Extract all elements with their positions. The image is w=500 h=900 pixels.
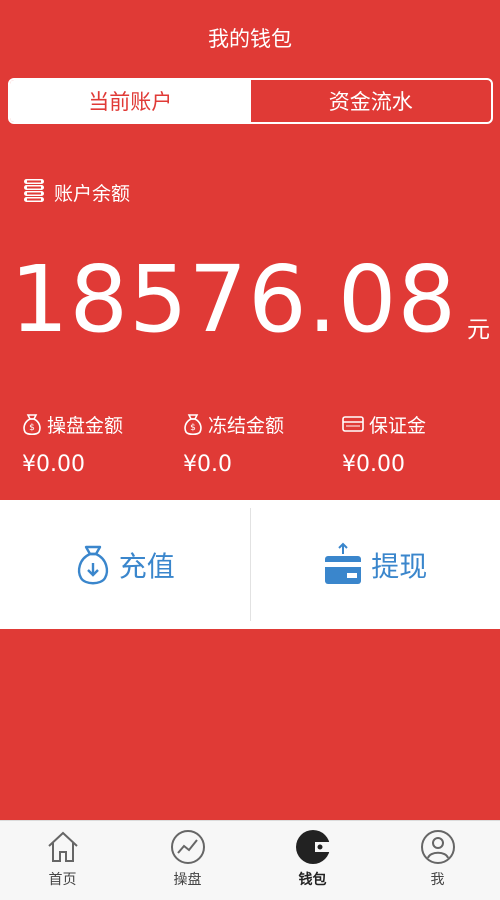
chart-line-icon [170, 830, 205, 864]
page-title: 我的钱包 [208, 27, 292, 51]
wallet-icon [295, 830, 331, 864]
recharge-button[interactable]: 充值 [0, 500, 250, 629]
tab-label: 钱包 [298, 872, 327, 888]
action-panel: 充值 提现 [0, 500, 500, 629]
stat-label: 冻结金额 [208, 414, 285, 437]
svg-text:$: $ [190, 423, 196, 433]
bottom-tabbar: 首页 操盘 钱包 我 [0, 820, 500, 900]
withdraw-button[interactable]: 提现 [251, 500, 500, 629]
balance-label: 账户余额 [22, 177, 130, 207]
balance-amount: 18576.08 [10, 246, 457, 353]
stat-deposit: 保证金 ¥0.00 [342, 408, 427, 478]
card-icon [342, 416, 364, 432]
stat-label: 保证金 [369, 414, 427, 437]
money-bag-download-icon [77, 545, 108, 584]
card-upload-icon [325, 542, 362, 584]
tab-fund-flow[interactable]: 资金流水 [251, 80, 492, 122]
withdraw-label: 提现 [371, 549, 428, 583]
tab-home[interactable]: 首页 [0, 821, 125, 900]
user-icon [420, 830, 455, 864]
tab-current-account[interactable]: 当前账户 [10, 80, 251, 122]
tab-wallet[interactable]: 钱包 [250, 821, 375, 900]
balance-unit: 元 [466, 317, 490, 343]
tab-label: 首页 [48, 872, 77, 888]
stat-value: ¥0.00 [342, 452, 405, 477]
stats-row: $ 操盘金额 ¥0.00 $ 冻结金额 ¥0.0 保证金 ¥0.00 [0, 408, 500, 488]
tab-trade[interactable]: 操盘 [125, 821, 250, 900]
balance-label-text: 账户余额 [54, 182, 131, 205]
home-icon [47, 831, 78, 862]
balance-display: 18576.08 元 [0, 252, 500, 348]
tab-label: 我 [430, 872, 445, 888]
stat-value: ¥0.0 [183, 452, 232, 477]
stat-frozen-amount: $ 冻结金额 ¥0.0 [183, 408, 284, 477]
coins-icon [24, 179, 44, 202]
app-header: 我的钱包 [0, 0, 500, 76]
account-tabs: 当前账户 资金流水 [8, 78, 493, 124]
recharge-label: 充值 [118, 549, 175, 583]
tab-label: 操盘 [173, 872, 202, 888]
stat-label: 操盘金额 [47, 414, 124, 437]
stat-value: ¥0.00 [22, 452, 85, 477]
tab-me[interactable]: 我 [375, 821, 500, 900]
money-bag-icon: $ [184, 414, 202, 436]
svg-text:$: $ [29, 423, 35, 433]
stat-trading-amount: $ 操盘金额 ¥0.00 [22, 408, 123, 477]
money-bag-icon: $ [23, 414, 41, 436]
